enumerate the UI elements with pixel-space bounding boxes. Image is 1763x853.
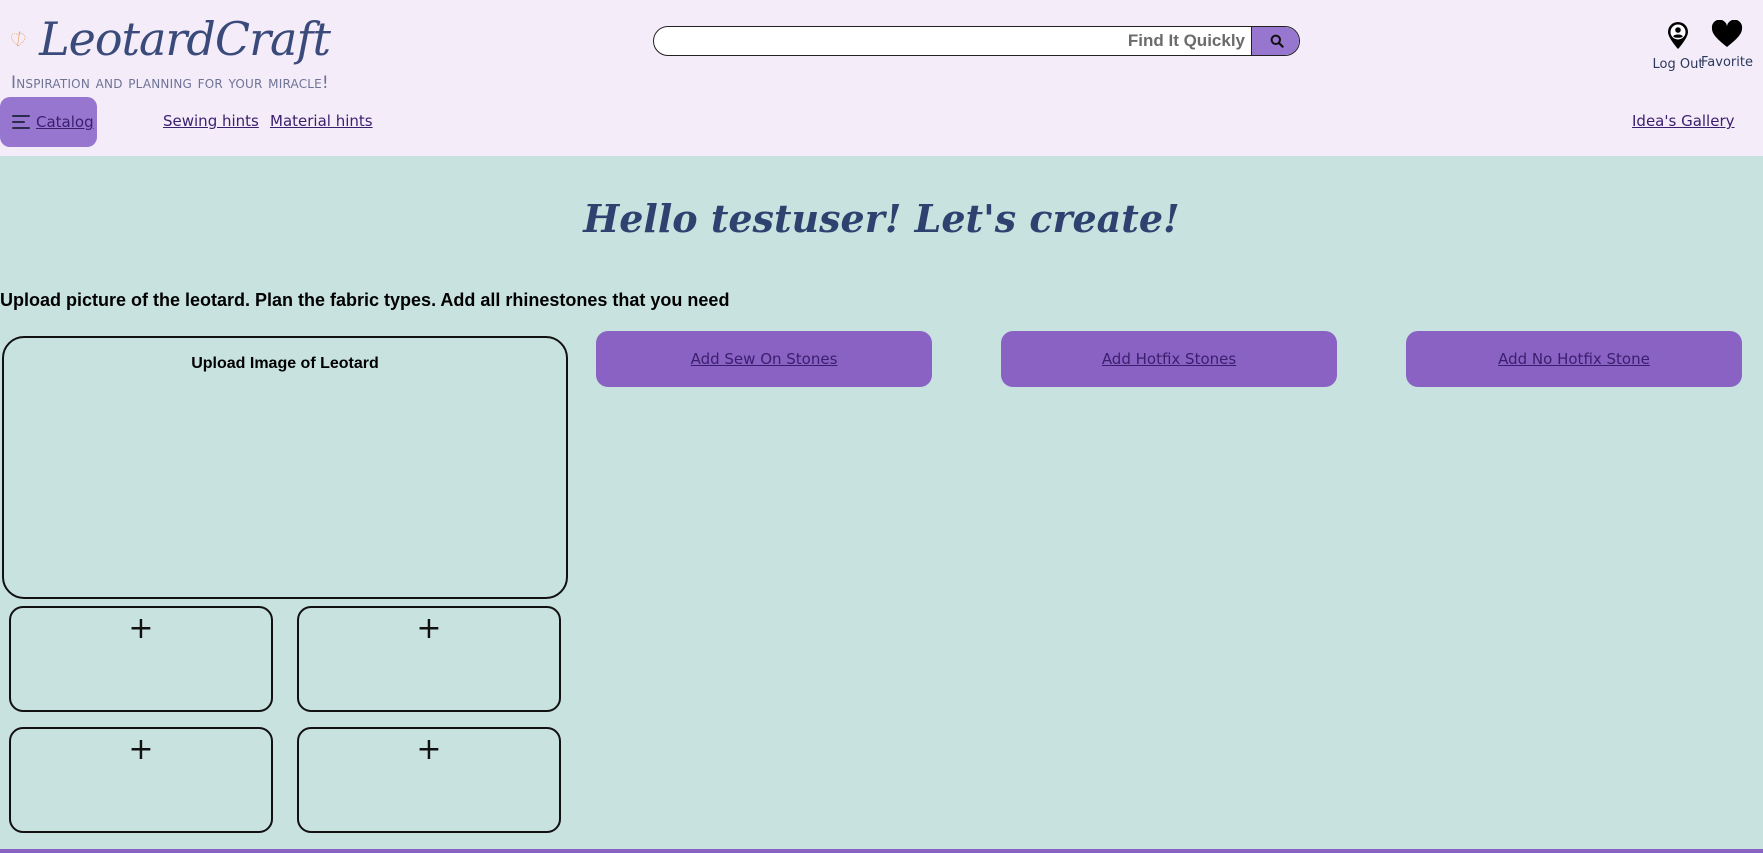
- logo[interactable]: LeotardCraft: [10, 8, 331, 70]
- heart-needle-icon: [11, 31, 26, 47]
- add-image-slot[interactable]: +: [9, 727, 273, 833]
- add-no-hotfix-stone-label: Add No Hotfix Stone: [1498, 350, 1650, 368]
- nav-ideas-gallery[interactable]: Idea's Gallery: [1632, 112, 1735, 130]
- add-no-hotfix-stone-button[interactable]: Add No Hotfix Stone: [1406, 331, 1742, 387]
- add-hotfix-stones-button[interactable]: Add Hotfix Stones: [1001, 331, 1337, 387]
- add-sew-on-stones-label: Add Sew On Stones: [690, 350, 838, 368]
- add-image-slot[interactable]: +: [297, 727, 561, 833]
- greeting-title: Hello testuser! Let's create!: [583, 196, 1180, 241]
- plus-icon: +: [416, 611, 442, 646]
- add-image-slot[interactable]: +: [9, 606, 273, 712]
- add-image-slot[interactable]: +: [297, 606, 561, 712]
- catalog-button[interactable]: Catalog: [0, 97, 97, 147]
- footer-divider: [0, 849, 1763, 853]
- plus-icon: +: [128, 611, 154, 646]
- search-bar: [653, 26, 1300, 56]
- brand-name: LeotardCraft: [39, 12, 331, 66]
- upload-title: Upload Image of Leotard: [191, 355, 379, 372]
- logout-label: Log Out: [1652, 57, 1704, 72]
- site-header: LeotardCraft Inspiration and planning fo…: [0, 0, 1763, 156]
- heart-icon: [1711, 19, 1743, 47]
- nav-sewing-hints[interactable]: Sewing hints: [163, 112, 259, 130]
- search-input[interactable]: [654, 27, 1251, 55]
- logout-button[interactable]: Log Out: [1650, 20, 1706, 72]
- search-button[interactable]: [1251, 27, 1299, 55]
- user-pin-icon: [1668, 22, 1688, 49]
- favorite-button[interactable]: Favorite: [1699, 19, 1755, 70]
- plus-icon: +: [416, 732, 442, 767]
- favorite-label: Favorite: [1701, 55, 1753, 70]
- plus-icon: +: [128, 732, 154, 767]
- tagline: Inspiration and planning for your miracl…: [11, 73, 329, 93]
- nav-material-hints[interactable]: Material hints: [270, 112, 373, 130]
- upload-leotard-image[interactable]: Upload Image of Leotard: [2, 336, 568, 599]
- add-hotfix-stones-label: Add Hotfix Stones: [1101, 350, 1237, 368]
- add-sew-on-stones-button[interactable]: Add Sew On Stones: [596, 331, 932, 387]
- intro-text: Upload picture of the leotard. Plan the …: [0, 290, 730, 310]
- catalog-label: Catalog: [36, 113, 94, 131]
- search-icon: [1270, 34, 1284, 48]
- menu-icon: [12, 115, 30, 129]
